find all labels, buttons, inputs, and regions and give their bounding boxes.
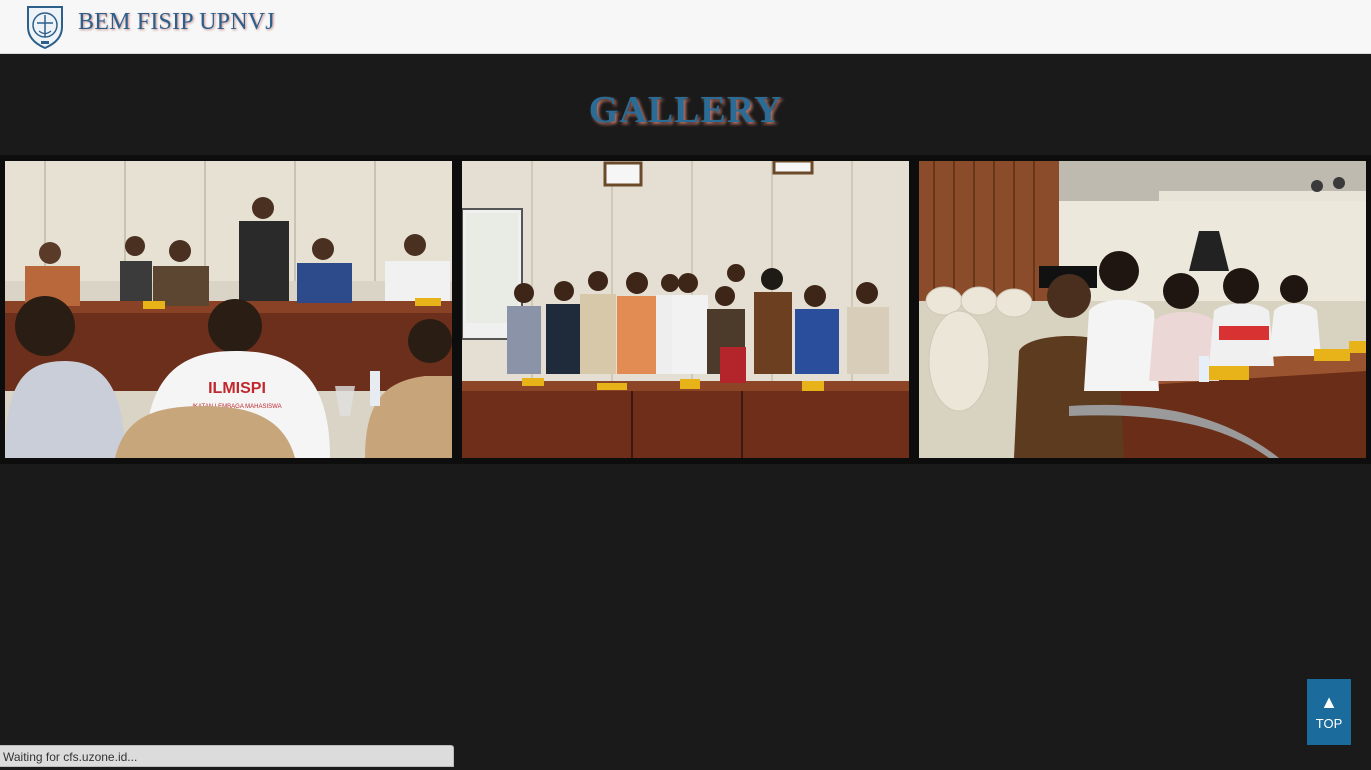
photo-group-standing[interactable] bbox=[462, 161, 909, 458]
photo-delegates-seated[interactable] bbox=[919, 161, 1366, 458]
gallery-title: GALLERY bbox=[588, 89, 783, 131]
navbar: BEM FISIP UPNVJ bbox=[0, 0, 1371, 54]
site-brand-link[interactable]: BEM FISIP UPNVJ bbox=[78, 9, 275, 36]
ilmispi-shirt-text: ILMISPI bbox=[208, 380, 266, 397]
arrow-up-icon: ▲ bbox=[1320, 692, 1338, 712]
gallery-photo-row: ILMISPI IKATAN LEMBAGA MAHASISWA bbox=[0, 155, 1371, 464]
photo-meeting-table[interactable]: ILMISPI IKATAN LEMBAGA MAHASISWA bbox=[5, 161, 452, 458]
university-crest-icon[interactable] bbox=[22, 3, 68, 50]
browser-status-bar: Waiting for cfs.uzone.id... bbox=[0, 745, 454, 767]
back-to-top-button[interactable]: ▲ TOP bbox=[1307, 679, 1351, 745]
back-to-top-label: TOP bbox=[1315, 716, 1343, 731]
